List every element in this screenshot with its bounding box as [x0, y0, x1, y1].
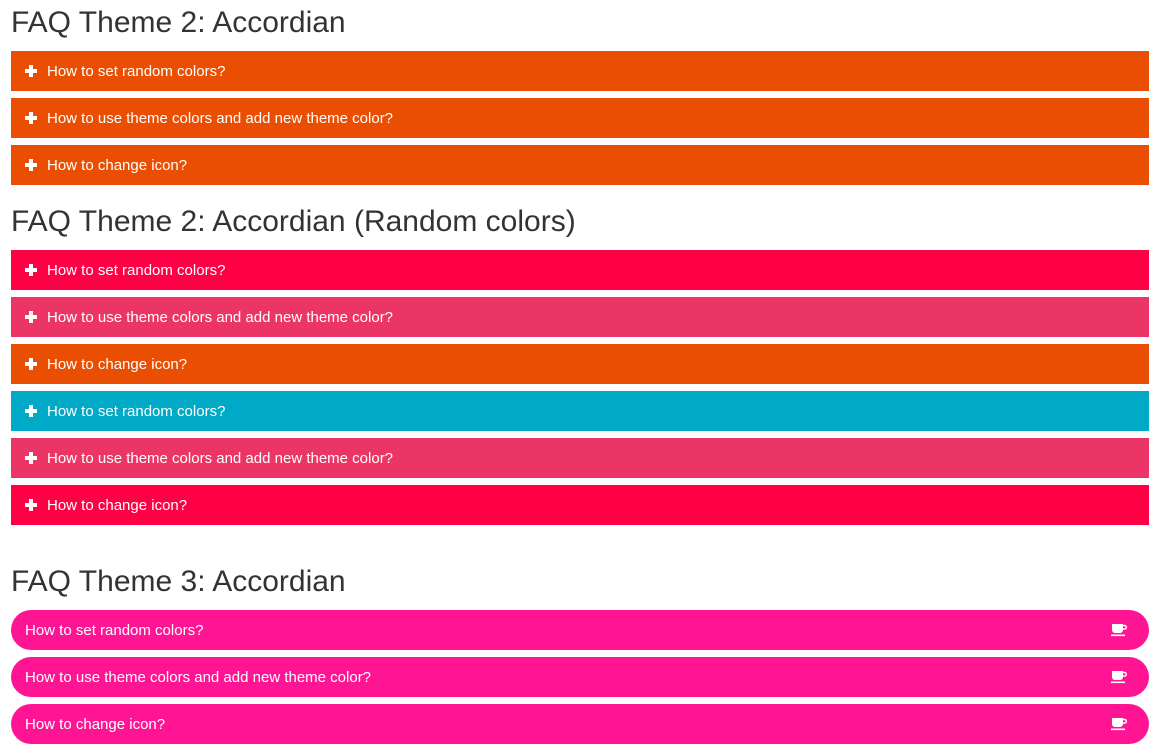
accordion-question: How to set random colors? [47, 261, 226, 279]
plus-icon [25, 159, 37, 171]
accordion-question: How to change icon? [47, 156, 188, 174]
coffee-cup-icon [1111, 624, 1127, 637]
section-title: FAQ Theme 2: Accordian [11, 6, 346, 39]
accordion-question: How to change icon? [25, 715, 166, 733]
faq-section-theme2: FAQ Theme 2: Accordian How to set random… [11, 6, 1149, 192]
accordion-question: How to use theme colors and add new them… [25, 668, 372, 686]
accordion-item[interactable]: How to set random colors? [11, 250, 1149, 290]
accordion-item[interactable]: How to use theme colors and add new them… [11, 297, 1149, 337]
accordion-list: How to set random colors? How to use the… [11, 610, 1149, 744]
plus-icon [25, 65, 37, 77]
section-title: FAQ Theme 2: Accordian (Random colors) [11, 205, 576, 238]
accordion-question: How to use theme colors and add new them… [47, 308, 394, 326]
accordion-item[interactable]: How to change icon? [11, 145, 1149, 185]
section-title: FAQ Theme 3: Accordian [11, 565, 346, 598]
plus-icon [25, 405, 37, 417]
coffee-cup-icon [1111, 718, 1127, 731]
accordion-question: How to set random colors? [47, 402, 226, 420]
accordion-question: How to change icon? [47, 496, 188, 514]
plus-icon [25, 112, 37, 124]
accordion-question: How to use theme colors and add new them… [47, 109, 394, 127]
accordion-item[interactable]: How to set random colors? [11, 391, 1149, 431]
accordion-list: How to set random colors? How to use the… [11, 51, 1149, 185]
accordion-question: How to use theme colors and add new them… [47, 449, 394, 467]
plus-icon [25, 358, 37, 370]
plus-icon [25, 499, 37, 511]
accordion-question: How to set random colors? [47, 62, 226, 80]
accordion-question: How to set random colors? [25, 621, 204, 639]
accordion-question: How to change icon? [47, 355, 188, 373]
accordion-item[interactable]: How to change icon? [11, 344, 1149, 384]
coffee-cup-icon [1111, 671, 1127, 684]
accordion-item[interactable]: How to set random colors? [11, 51, 1149, 91]
plus-icon [25, 311, 37, 323]
accordion-item[interactable]: How to use theme colors and add new them… [11, 657, 1149, 697]
accordion-item[interactable]: How to change icon? [11, 485, 1149, 525]
accordion-item[interactable]: How to change icon? [11, 704, 1149, 744]
plus-icon [25, 264, 37, 276]
accordion-item[interactable]: How to set random colors? [11, 610, 1149, 650]
plus-icon [25, 452, 37, 464]
faq-section-theme2-random: FAQ Theme 2: Accordian (Random colors) H… [11, 205, 1149, 532]
accordion-item[interactable]: How to use theme colors and add new them… [11, 98, 1149, 138]
accordion-list: How to set random colors? How to use the… [11, 250, 1149, 525]
faq-section-theme3: FAQ Theme 3: Accordian How to set random… [11, 565, 1149, 751]
accordion-item[interactable]: How to use theme colors and add new them… [11, 438, 1149, 478]
